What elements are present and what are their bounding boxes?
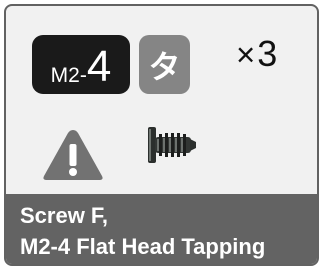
warning-triangle-icon	[43, 130, 103, 180]
quantity-label: × 3	[236, 36, 277, 72]
quantity-value: 3	[257, 33, 278, 74]
screw-size-prefix: M2-	[50, 64, 87, 87]
screw-size-number: 4	[86, 42, 112, 91]
screw-size-badge: M2- 4	[32, 35, 130, 94]
part-name-line-1: Screw F,	[20, 203, 109, 228]
part-name-line-2: M2-4 Flat Head Tapping	[20, 234, 266, 259]
screw-part-card: M2- 4 タ × 3 Screw F, M2-4 Flat Head Tapp…	[4, 4, 319, 266]
screw-type-badge: タ	[139, 35, 190, 94]
part-name-caption: Screw F, M2-4 Flat Head Tapping	[6, 194, 317, 264]
quantity-multiplier: ×	[236, 36, 256, 73]
screw-icon	[148, 127, 196, 163]
